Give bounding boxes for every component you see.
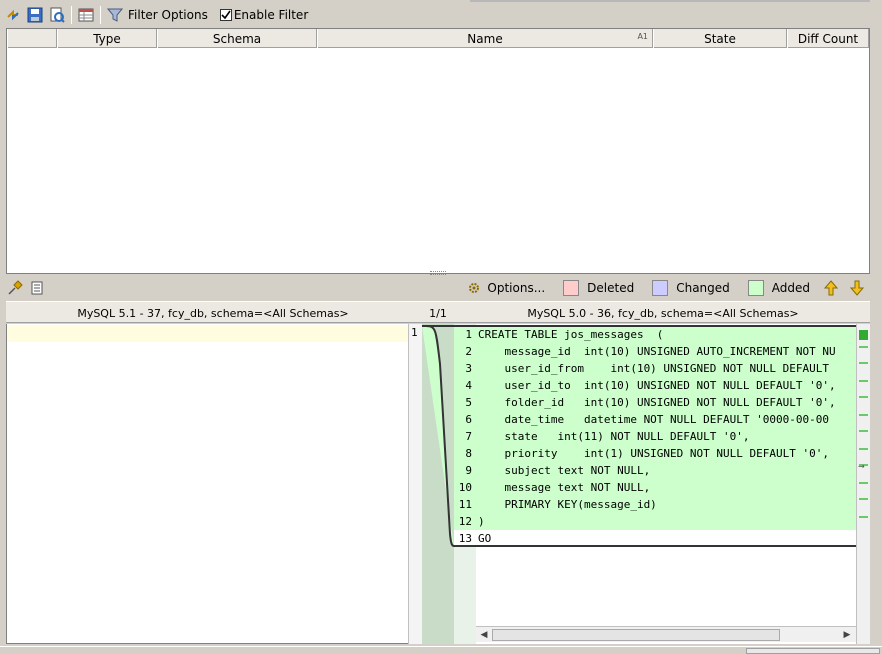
column-header-diff-count[interactable]: Diff Count: [787, 29, 869, 48]
next-difference-button[interactable]: [848, 279, 866, 297]
scroll-right-button[interactable]: ▶: [840, 628, 854, 642]
overview-marker: [859, 362, 868, 364]
column-header-schema[interactable]: Schema: [157, 29, 317, 48]
left-line-number: 1: [411, 326, 418, 339]
gear-icon[interactable]: [465, 279, 483, 297]
overview-marker: [859, 516, 868, 518]
schema-compare-window: Filter Options Enable Filter Type Schema…: [0, 0, 882, 654]
current-line-highlight: [7, 325, 409, 342]
overview-marker: [859, 396, 868, 398]
overview-marker: [859, 380, 868, 382]
changed-swatch: [652, 280, 669, 296]
options-button[interactable]: Options...: [487, 281, 545, 295]
pin-icon[interactable]: [6, 279, 24, 297]
script-icon[interactable]: [28, 279, 46, 297]
column-header-name[interactable]: Name A1: [317, 29, 653, 48]
overview-marker: [859, 430, 868, 432]
overview-marker: [859, 498, 868, 500]
table-view-icon[interactable]: [77, 6, 95, 24]
horizontal-scrollbar[interactable]: ◀ ▶: [476, 626, 856, 642]
deleted-swatch: [563, 280, 580, 296]
left-code-pane[interactable]: [6, 324, 409, 644]
overview-marker: [859, 346, 868, 348]
horizontal-scroll-thumb[interactable]: [492, 629, 780, 641]
results-table[interactable]: Type Schema Name A1 State Diff Count: [6, 28, 870, 274]
overview-current-marker: [859, 330, 868, 340]
diff-toolbar: Options... Deleted Changed Added: [4, 276, 870, 300]
added-legend-label: Added: [771, 281, 810, 295]
enable-filter-checkbox[interactable]: [219, 9, 232, 21]
added-swatch: [747, 280, 764, 296]
status-indicator: [746, 648, 880, 654]
column-header-type[interactable]: Type: [57, 29, 157, 48]
scroll-left-button[interactable]: ◀: [477, 628, 491, 642]
print-preview-icon[interactable]: [48, 6, 66, 24]
sync-icon[interactable]: [4, 6, 22, 24]
diff-connector-strip: [422, 324, 455, 644]
deleted-legend-label: Deleted: [587, 281, 635, 295]
right-source-title: MySQL 5.0 - 36, fcy_db, schema=<All Sche…: [527, 306, 799, 320]
sort-indicator: A1: [637, 32, 648, 41]
previous-difference-button[interactable]: [822, 279, 840, 297]
enable-filter-label: Enable Filter: [233, 8, 309, 22]
toolbar-separator: [100, 6, 101, 24]
save-icon[interactable]: [26, 6, 44, 24]
overview-marker: [859, 482, 868, 484]
filter-options-button[interactable]: Filter Options: [128, 8, 208, 22]
table-header: Type Schema Name A1 State Diff Count: [7, 29, 869, 48]
changed-legend-label: Changed: [676, 281, 730, 295]
column-header-select[interactable]: [7, 29, 57, 48]
overview-marker: [859, 414, 868, 416]
diff-legend: Options... Deleted Changed Added: [463, 279, 870, 297]
diff-overview-scrollbar[interactable]: →: [856, 324, 870, 644]
diff-connector-curve: [422, 325, 455, 547]
top-tab-strip: [470, 0, 870, 2]
left-source-title: MySQL 5.1 - 37, fcy_db, schema=<All Sche…: [77, 306, 349, 320]
filter-icon[interactable]: [106, 6, 124, 24]
overview-marker: [859, 448, 868, 450]
top-toolbar: Filter Options Enable Filter: [2, 3, 872, 27]
added-block-border: [454, 325, 856, 547]
column-header-state[interactable]: State: [653, 29, 787, 48]
difference-counter: 1/1: [429, 306, 447, 320]
pane-splitter-handle[interactable]: [430, 271, 446, 275]
toolbar-separator: [71, 6, 72, 24]
left-line-gutter: 1: [408, 324, 422, 644]
overview-position-arrow: →: [858, 462, 865, 471]
diff-header: MySQL 5.1 - 37, fcy_db, schema=<All Sche…: [6, 301, 870, 323]
